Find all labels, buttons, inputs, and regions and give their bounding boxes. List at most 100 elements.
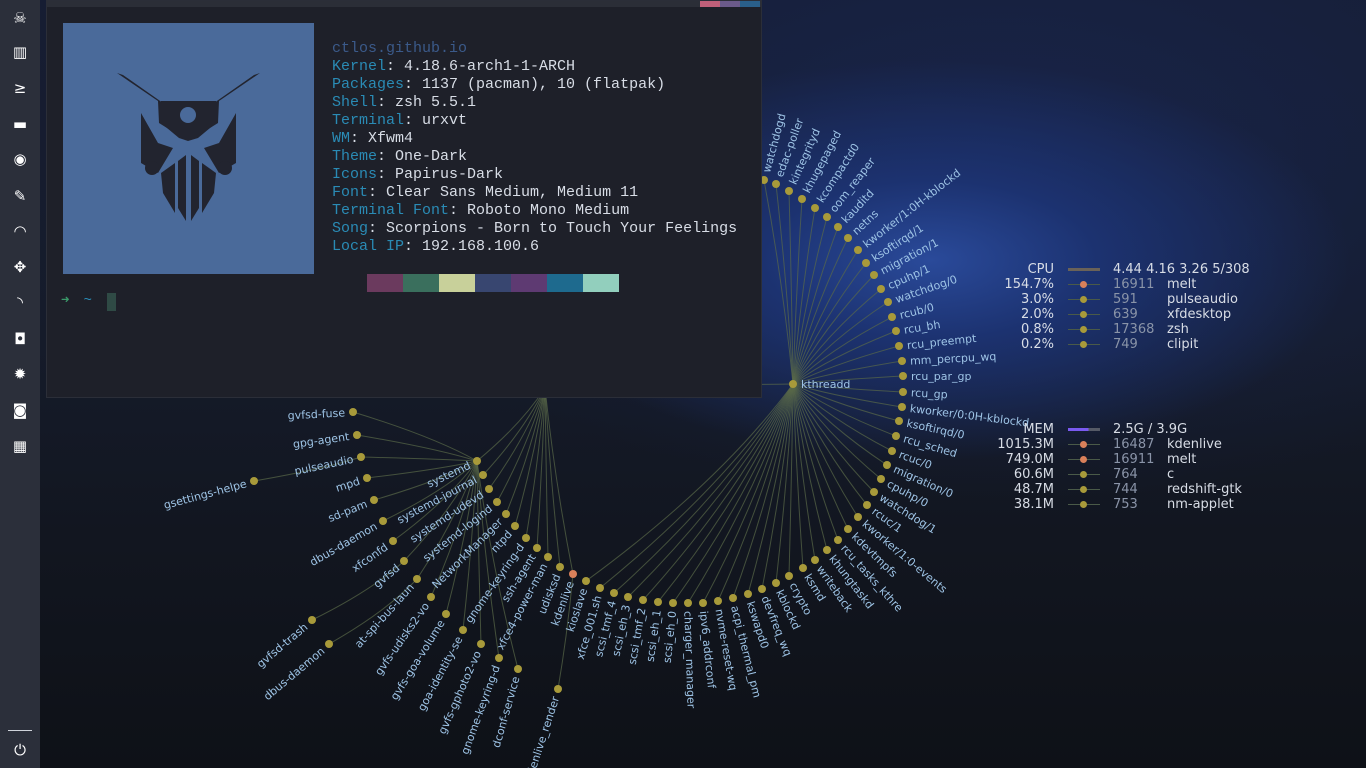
process-node[interactable]: rcu_gp (899, 386, 948, 401)
process-node-dot (785, 187, 793, 195)
process-node-dot (811, 204, 819, 212)
process-node-dot (898, 403, 906, 411)
process-node[interactable]: scsi_eh_0 (661, 599, 679, 664)
process-dot (1080, 501, 1087, 508)
process-name: nm-applet (1167, 497, 1234, 512)
process-pid: 639 (1113, 307, 1138, 322)
process-node-dot (899, 372, 907, 380)
info-key: Terminal Font (332, 202, 450, 219)
info-value: 4.18.6-arch1-1-ARCH (404, 58, 576, 75)
process-node-dot (325, 640, 333, 648)
mem-label: MEM (1023, 422, 1054, 437)
process-node-dot (533, 544, 541, 552)
process-name: melt (1167, 452, 1197, 467)
info-line: Theme: One-Dark (332, 148, 468, 165)
process-node-dot (442, 610, 450, 618)
info-key: Font (332, 184, 369, 201)
process-node[interactable]: kdenlive_render (523, 685, 563, 768)
cpu-process-row: 0.8% 17368 zsh (0, 322, 1366, 337)
process-dot (1080, 341, 1087, 348)
process-pid: 17368 (1113, 322, 1155, 337)
process-node[interactable]: charger_manager (681, 599, 698, 709)
process-node-dot (569, 570, 577, 578)
mem-summary: 2.5G / 3.9G (1113, 422, 1188, 437)
process-node-dot (898, 357, 906, 365)
process-node[interactable]: gvfsd-fuse (287, 406, 357, 422)
process-node-dot (789, 380, 797, 388)
process-value: 2.0% (1020, 307, 1054, 322)
process-node-dot (495, 654, 503, 662)
info-value: 192.168.100.6 (422, 238, 540, 255)
info-value: urxvt (422, 112, 468, 129)
process-pid: 749 (1113, 337, 1138, 352)
process-node-dot (684, 599, 692, 607)
mem-bar (1068, 428, 1100, 431)
process-value: 749.0M (1005, 452, 1054, 467)
process-name: pulseaudio (1167, 292, 1238, 307)
process-pid: 591 (1113, 292, 1138, 307)
hostname-title: ctlos.github.io (332, 40, 468, 57)
cpu-process-row: 3.0% 591 pulseaudio (0, 292, 1366, 307)
mem-process-row: 38.1M 753 nm-applet (0, 497, 1366, 512)
process-node-dot (477, 640, 485, 648)
process-node-dot (413, 575, 421, 583)
process-value: 60.6M (1013, 467, 1054, 482)
process-node-label: rcu_gp (911, 386, 948, 401)
process-dot (1080, 326, 1087, 333)
process-dot (1080, 486, 1087, 493)
info-line: Terminal Font: Roboto Mono Medium (332, 202, 630, 219)
process-node-dot (854, 513, 862, 521)
process-node-dot (834, 536, 842, 544)
mem-process-row: 60.6M 764 c (0, 467, 1366, 482)
process-value: 48.7M (1013, 482, 1054, 497)
cpu-process-row: 154.7% 16911 melt (0, 277, 1366, 292)
process-node-dot (729, 594, 737, 602)
process-node-dot (624, 593, 632, 601)
process-node-label: rcu_par_gp (911, 370, 972, 383)
process-node-label: gvfsd-fuse (287, 406, 345, 422)
process-node-dot (834, 223, 842, 231)
process-node[interactable]: rcu_par_gp (899, 370, 972, 383)
process-node-dot (400, 557, 408, 565)
process-node-dot (798, 195, 806, 203)
info-value: Papirus-Dark (395, 166, 504, 183)
info-line: Local IP: 192.168.100.6 (332, 238, 540, 255)
process-value: 3.0% (1020, 292, 1054, 307)
process-node-dot (758, 585, 766, 593)
info-line: Shell: zsh 5.5.1 (332, 94, 477, 111)
process-node-dot (554, 685, 562, 693)
process-dot (1080, 296, 1087, 303)
process-dot (1080, 456, 1087, 463)
process-node-label: mm_percpu_wq (910, 350, 997, 368)
process-node-dot (379, 517, 387, 525)
info-key: WM (332, 130, 351, 147)
process-node-dot (556, 563, 564, 571)
process-node-dot (511, 522, 519, 530)
process-name: c (1167, 467, 1175, 482)
process-node[interactable]: mm_percpu_wq (898, 350, 997, 368)
process-node-dot (654, 598, 662, 606)
info-line: WM: Xfwm4 (332, 130, 414, 147)
process-node-dot (823, 546, 831, 554)
cpu-process-row: 0.2% 749 clipit (0, 337, 1366, 352)
process-name: xfdesktop (1167, 307, 1232, 322)
mem-process-row: 48.7M 744 redshift-gtk (0, 482, 1366, 497)
info-line: Terminal: urxvt (332, 112, 468, 129)
process-value: 154.7% (1004, 277, 1054, 292)
process-node-dot (844, 525, 852, 533)
process-node-dot (308, 616, 316, 624)
process-node[interactable]: at-spi-bus-laun (352, 575, 421, 651)
process-node-dot (389, 537, 397, 545)
process-node-dot (582, 577, 590, 585)
info-value: Roboto Mono Medium (467, 202, 630, 219)
info-value: 1137 (pacman), 10 (flatpak) (422, 76, 666, 93)
process-name: clipit (1167, 337, 1199, 352)
process-node-dot (610, 589, 618, 597)
mem-process-row: 1015.3M 16487 kdenlive (0, 437, 1366, 452)
info-key: Shell (332, 94, 378, 111)
process-node-dot (596, 584, 604, 592)
cpu-label: CPU (1027, 262, 1054, 277)
titlebar-color-block (740, 1, 760, 7)
process-value: 1015.3M (997, 437, 1054, 452)
process-node-dot (772, 579, 780, 587)
